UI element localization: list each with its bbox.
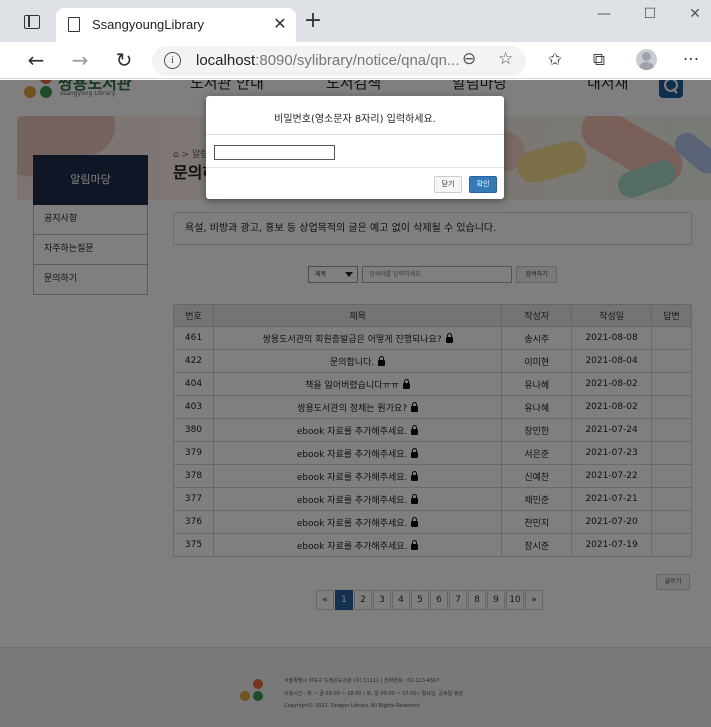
maximize-icon[interactable]: ☐ — [628, 6, 672, 22]
password-dialog: 비밀번호(영소문자 8자리) 입력하세요. 닫기 확인 — [206, 96, 504, 199]
back-icon[interactable]: ← — [22, 47, 50, 73]
reload-icon[interactable]: ↻ — [110, 47, 138, 73]
collections-icon[interactable]: ⧉ — [588, 50, 610, 70]
divider — [206, 167, 504, 168]
divider — [206, 134, 504, 135]
browser-tab[interactable]: SsangyoungLibrary ✕ — [56, 8, 296, 42]
browser-tab-bar: SsangyoungLibrary ✕ + — ☐ ✕ — [0, 0, 711, 42]
forward-icon[interactable]: → — [66, 47, 94, 73]
close-button[interactable]: 닫기 — [434, 176, 462, 193]
zoom-icon[interactable]: ⊖ — [462, 49, 476, 69]
new-tab-icon[interactable]: + — [302, 10, 324, 32]
confirm-button[interactable]: 확인 — [469, 176, 497, 193]
page-icon — [68, 17, 80, 32]
site-info-icon[interactable]: i — [164, 52, 181, 69]
close-tab-icon[interactable]: ✕ — [270, 14, 290, 33]
close-window-icon[interactable]: ✕ — [673, 6, 711, 22]
dialog-message: 비밀번호(영소문자 8자리) 입력하세요. — [274, 114, 436, 125]
minimize-icon[interactable]: — — [582, 6, 626, 22]
url-text[interactable]: localhost:8090/sylibrary/notice/qna/qn..… — [196, 52, 460, 69]
address-bar[interactable]: i localhost:8090/sylibrary/notice/qna/qn… — [152, 46, 526, 76]
password-input[interactable] — [214, 145, 335, 160]
tab-actions-icon[interactable] — [24, 15, 40, 29]
add-favorite-icon[interactable]: ☆ — [498, 49, 513, 69]
tab-title: SsangyoungLibrary — [92, 17, 205, 32]
favorites-icon[interactable]: ✩ — [544, 50, 566, 70]
profile-avatar[interactable] — [636, 49, 657, 70]
browser-toolbar: ← → ↻ i localhost:8090/sylibrary/notice/… — [0, 42, 711, 79]
more-menu-icon[interactable]: ··· — [680, 50, 702, 70]
